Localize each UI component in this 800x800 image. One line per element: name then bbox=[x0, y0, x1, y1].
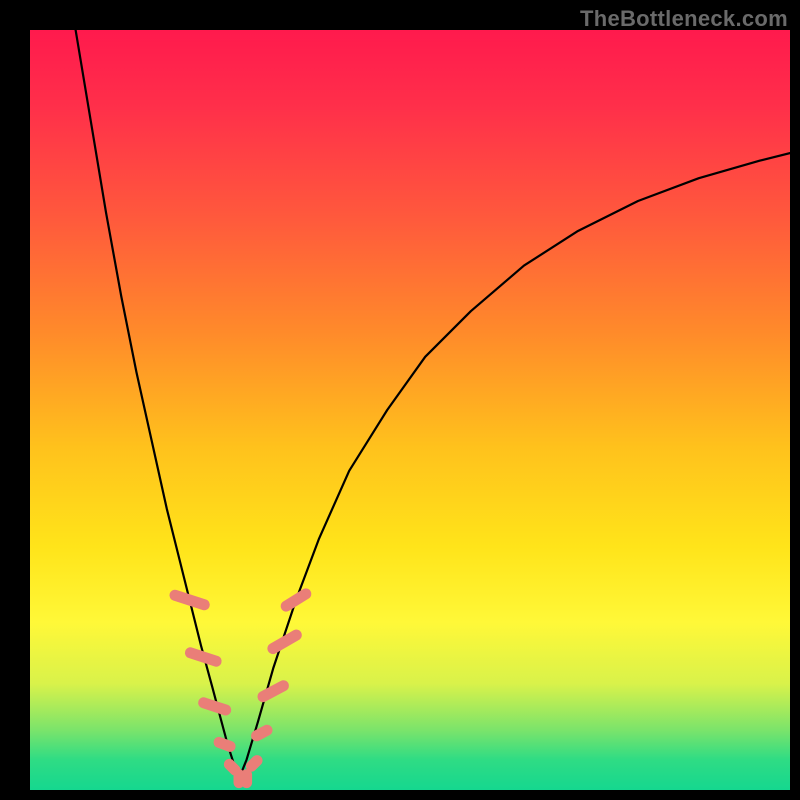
chart-frame: TheBottleneck.com bbox=[0, 0, 800, 800]
bottleneck-curve bbox=[76, 30, 790, 779]
watermark-text: TheBottleneck.com bbox=[580, 6, 788, 32]
curve-marker bbox=[241, 769, 252, 788]
curve-marker bbox=[279, 586, 314, 613]
plot-area bbox=[30, 30, 790, 790]
curve-marker bbox=[184, 646, 224, 668]
curve-path bbox=[76, 30, 790, 779]
curve-marker bbox=[256, 678, 291, 704]
chart-svg bbox=[30, 30, 790, 790]
curve-marker bbox=[212, 735, 237, 753]
curve-marker bbox=[168, 588, 211, 611]
